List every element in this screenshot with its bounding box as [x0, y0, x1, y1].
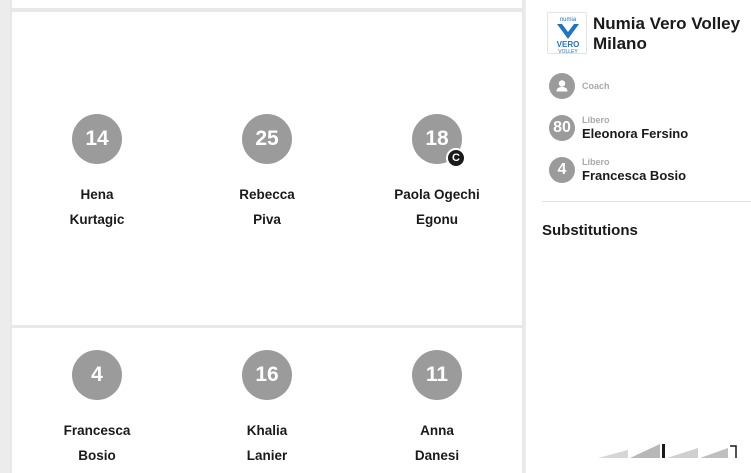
- libero-number: 80: [549, 115, 575, 141]
- svg-text:numia: numia: [560, 17, 577, 23]
- player-card[interactable]: 18 C Paola Ogechi Egonu: [362, 114, 512, 232]
- jersey-number: 14: [72, 114, 122, 164]
- player-card[interactable]: 16 Khalia Lanier: [192, 350, 342, 468]
- svg-text:VERO: VERO: [557, 40, 580, 49]
- libero-number: 4: [549, 157, 575, 183]
- jersey-number: 16: [242, 350, 292, 400]
- staff-role: Libero: [582, 157, 610, 167]
- player-name: Paola Ogechi Egonu: [394, 187, 480, 227]
- coach-row: Coach: [549, 73, 749, 99]
- player-name: Anna Danesi: [414, 423, 460, 463]
- player-card[interactable]: 25 Rebecca Piva: [192, 114, 342, 232]
- player-name: Hena Kurtagic: [69, 187, 125, 227]
- player-card[interactable]: 14 Hena Kurtagic: [22, 114, 172, 232]
- staff-name[interactable]: Francesca Bosio: [582, 168, 686, 183]
- team-name: Numia Vero Volley Milano: [593, 14, 741, 53]
- libero-row: 80 Libero Eleonora Fersino: [549, 115, 749, 141]
- jersey-number: 18 C: [412, 114, 466, 168]
- staff-role: Coach: [582, 81, 610, 91]
- player-card[interactable]: 11 Anna Danesi: [362, 350, 512, 468]
- jersey-number: 4: [72, 350, 122, 400]
- volleyball-court: 14 Hena Kurtagic 25 Rebecca Piva 18 C Pa…: [0, 0, 526, 473]
- court-top-strip: [12, 0, 522, 8]
- team-header: numia VERO VOLLEY Numia Vero Volley Mila…: [547, 12, 751, 56]
- player-name: Khalia Lanier: [246, 423, 288, 463]
- staff-role: Libero: [582, 115, 610, 125]
- player-card[interactable]: 4 Francesca Bosio: [22, 350, 172, 468]
- jersey-number: 25: [242, 114, 292, 164]
- player-name: Francesca Bosio: [63, 423, 131, 463]
- divider: [542, 201, 751, 202]
- player-name: Rebecca Piva: [239, 187, 295, 227]
- staff-name[interactable]: Eleonora Fersino: [582, 126, 688, 141]
- team-sidebar: numia VERO VOLLEY Numia Vero Volley Mila…: [526, 0, 751, 473]
- svg-text:VOLLEY: VOLLEY: [558, 49, 578, 55]
- substitutions-heading: Substitutions: [542, 222, 638, 239]
- person-icon: [549, 73, 575, 99]
- scroll-hint-icon: [598, 444, 737, 458]
- lineup-page: 14 Hena Kurtagic 25 Rebecca Piva 18 C Pa…: [0, 0, 751, 473]
- team-logo: numia VERO VOLLEY: [547, 12, 587, 55]
- captain-badge: C: [446, 148, 466, 168]
- jersey-number: 11: [412, 350, 462, 400]
- libero-row: 4 Libero Francesca Bosio: [549, 157, 749, 183]
